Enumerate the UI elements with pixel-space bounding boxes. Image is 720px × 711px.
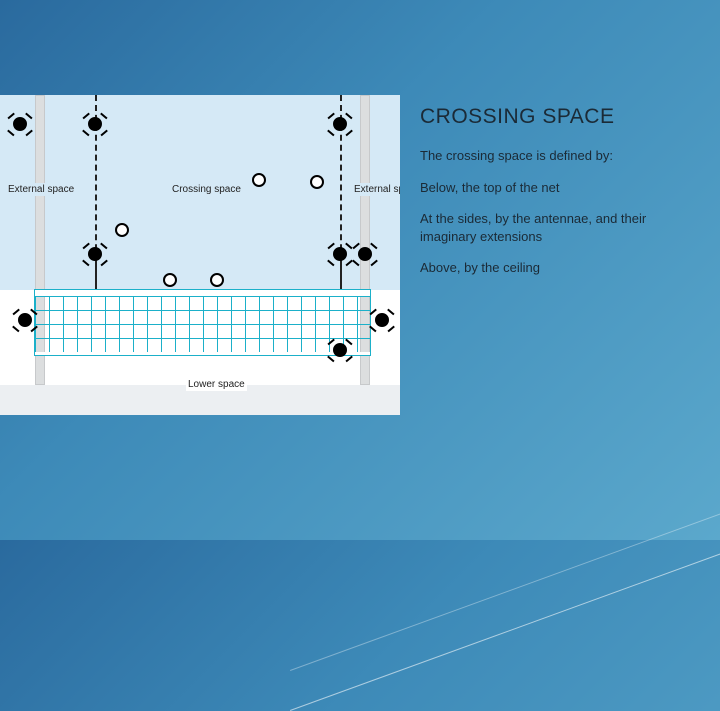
decorative-diagonal-lines bbox=[290, 539, 720, 711]
definition-above: Above, by the ceiling bbox=[420, 259, 670, 277]
ball-marker-fault bbox=[333, 117, 347, 131]
ball-marker-fault bbox=[88, 247, 102, 261]
intro-text: The crossing space is defined by: bbox=[420, 147, 670, 165]
ball-marker-fault bbox=[333, 343, 347, 357]
label-crossing-space: Crossing space bbox=[170, 183, 243, 196]
ball-marker-fault bbox=[88, 117, 102, 131]
text-panel: CROSSING SPACE The crossing space is def… bbox=[400, 95, 690, 415]
ball-marker-good bbox=[310, 175, 324, 189]
ball-marker-good bbox=[115, 223, 129, 237]
ball-marker-fault bbox=[375, 313, 389, 327]
definition-below: Below, the top of the net bbox=[420, 179, 670, 197]
slide-title: CROSSING SPACE bbox=[420, 105, 670, 129]
volleyball-net-diagram: Crossing space External space External s… bbox=[0, 95, 400, 415]
ball-marker-good bbox=[252, 173, 266, 187]
label-lower-space: Lower space bbox=[186, 378, 247, 391]
slide-content: Crossing space External space External s… bbox=[0, 95, 690, 415]
ball-marker-good bbox=[210, 273, 224, 287]
label-external-right: External space bbox=[352, 183, 400, 196]
ball-marker-fault bbox=[358, 247, 372, 261]
ball-marker-fault bbox=[13, 117, 27, 131]
label-external-left: External space bbox=[6, 183, 76, 196]
ball-marker-good bbox=[163, 273, 177, 287]
ball-marker-fault bbox=[18, 313, 32, 327]
definition-sides: At the sides, by the antennae, and their… bbox=[420, 210, 670, 245]
net bbox=[35, 290, 370, 355]
ball-marker-fault bbox=[333, 247, 347, 261]
